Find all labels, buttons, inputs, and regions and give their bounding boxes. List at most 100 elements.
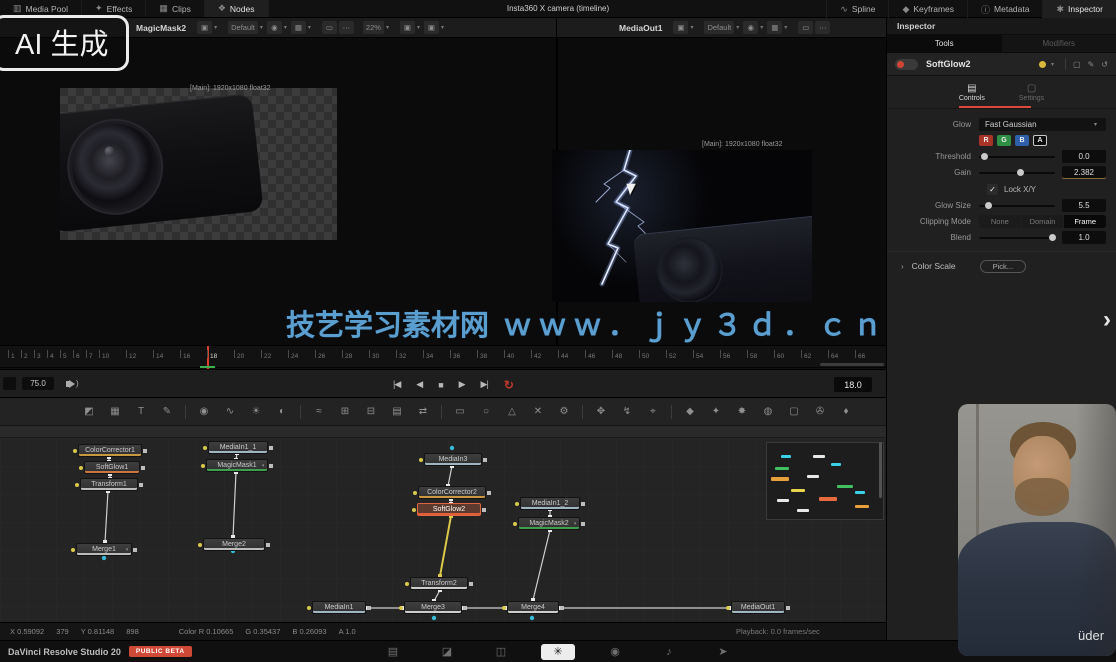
left-viewer-grid-button[interactable]: ▦: [291, 21, 306, 34]
node-mediain1_1[interactable]: MediaIn1_1: [208, 441, 268, 454]
blue-channel-button[interactable]: B: [1015, 135, 1029, 146]
gain-slider-handle[interactable]: [1017, 169, 1024, 176]
glow-size-slider[interactable]: [979, 205, 1055, 207]
right-viewer-options-button[interactable]: ⋯: [815, 21, 830, 34]
planar-tracker-tool-icon[interactable]: ↯: [614, 406, 640, 417]
chevron-down-icon[interactable]: ▾: [784, 24, 787, 31]
right-viewer-region-button[interactable]: ▭: [798, 21, 813, 34]
node-panel-scrollbar[interactable]: [879, 442, 882, 498]
node-magicmask1[interactable]: MagicMask1◗: [206, 459, 268, 472]
first-frame-button[interactable]: |◀: [393, 379, 400, 390]
pin-icon[interactable]: ✎: [1088, 60, 1095, 69]
left-viewer-layout-button[interactable]: ▣: [197, 21, 212, 34]
timeline-ruler[interactable]: 1234567101214161820222426283032343638404…: [0, 345, 886, 368]
left-viewer-split-button[interactable]: ▣: [400, 21, 415, 34]
matte-control-tool-icon[interactable]: ⊟: [358, 406, 384, 417]
node-transform2[interactable]: Transform2: [410, 577, 468, 590]
merge-3d-tool-icon[interactable]: ◆: [677, 406, 703, 417]
surface-tracker-tool-icon[interactable]: ⌖: [640, 406, 666, 417]
spline-button[interactable]: ∿Spline: [826, 0, 888, 18]
node-colorcorrector2[interactable]: ColorCorrector2: [418, 486, 486, 499]
color-corrector-tool-icon[interactable]: ◉: [191, 406, 217, 417]
keyframes-button[interactable]: ◆Keyframes: [888, 0, 967, 18]
red-channel-button[interactable]: R: [979, 135, 993, 146]
chevron-down-icon[interactable]: ▾: [214, 24, 217, 31]
channel-boolean-tool-icon[interactable]: ⇄: [410, 406, 436, 417]
threshold-value[interactable]: 0.0: [1062, 150, 1106, 163]
brightness-contrast-tool-icon[interactable]: ◐: [269, 406, 295, 417]
threshold-slider-handle[interactable]: [981, 153, 988, 160]
lock-xy-checkbox[interactable]: ✓: [987, 184, 998, 195]
node-enable-toggle[interactable]: [895, 59, 918, 70]
fps-indicator[interactable]: 75.0: [22, 377, 54, 390]
image-plane-3d-tool-icon[interactable]: ◍: [755, 406, 781, 417]
node-mediaout1[interactable]: MediaOut1: [731, 601, 785, 614]
shape-3d-tool-icon[interactable]: ✦: [703, 406, 729, 417]
hue-curves-tool-icon[interactable]: ☀: [243, 406, 269, 417]
gain-slider[interactable]: [979, 172, 1055, 174]
node-merge3[interactable]: Merge3: [404, 601, 462, 614]
fairlight-page[interactable]: ♪: [655, 646, 683, 658]
node-merge1[interactable]: Merge1◗: [76, 543, 132, 556]
color-page[interactable]: ◉: [601, 645, 629, 658]
pick-button[interactable]: Pick...: [980, 260, 1026, 273]
node-color-dot[interactable]: [1039, 61, 1046, 68]
chevron-down-icon[interactable]: ▾: [441, 24, 444, 31]
edge-chevron-icon[interactable]: ›: [1103, 306, 1111, 334]
left-viewer-lock-button[interactable]: ◉: [267, 21, 282, 34]
play-button[interactable]: ▶: [459, 379, 465, 390]
node-transform1[interactable]: Transform1: [80, 478, 138, 491]
chevron-down-icon[interactable]: ▾: [308, 24, 311, 31]
ellipse-mask-tool-icon[interactable]: ○: [473, 406, 499, 417]
node-graph[interactable]: ColorCorrector1 SoftGlow1 Transform1 Merge1…: [0, 438, 886, 622]
inspector-button[interactable]: ✱Inspector: [1042, 0, 1116, 18]
left-viewer-fit-dropdown[interactable]: Default: [228, 21, 258, 34]
subtab-controls[interactable]: ▤Controls: [959, 76, 985, 108]
expand-arrow-icon[interactable]: ›: [901, 262, 904, 271]
fast-noise-tool-icon[interactable]: ▦: [102, 406, 128, 417]
node-merge2[interactable]: Merge2: [203, 538, 265, 551]
nodes-button[interactable]: ❖Nodes: [205, 0, 269, 17]
edit-page[interactable]: ◫: [487, 645, 515, 658]
subtab-settings[interactable]: ▢Settings: [1019, 76, 1044, 108]
last-frame-button[interactable]: ▶|: [481, 379, 488, 390]
node-colorcorrector1[interactable]: ColorCorrector1: [78, 444, 142, 457]
magic-mask-tool-icon[interactable]: ⚙: [551, 406, 577, 417]
blend-slider[interactable]: [979, 237, 1055, 239]
audio-mute-button[interactable]: ): [66, 379, 79, 388]
node-softglow2[interactable]: SoftGlow2: [417, 503, 481, 516]
renderer-3d-tool-icon[interactable]: ✇: [807, 406, 833, 417]
text-tool-icon[interactable]: T: [128, 406, 154, 417]
metadata-button[interactable]: ⓘMetadata: [967, 0, 1042, 18]
node-mediain1[interactable]: MediaIn1: [312, 601, 366, 614]
ruler-scrollbar[interactable]: [820, 363, 884, 366]
chevron-down-icon[interactable]: ▾: [284, 24, 287, 31]
channel-booleans-tool-icon[interactable]: ▤: [384, 406, 410, 417]
left-viewer-image[interactable]: [60, 88, 337, 240]
tracker-tool-icon[interactable]: ✥: [588, 406, 614, 417]
blend-slider-handle[interactable]: [1049, 234, 1056, 241]
chevron-down-icon[interactable]: ▾: [417, 24, 420, 31]
green-channel-button[interactable]: G: [997, 135, 1011, 146]
clipping-frame-button[interactable]: Frame: [1064, 215, 1106, 228]
tab-tools[interactable]: Tools: [887, 35, 1002, 52]
gain-value[interactable]: 2.382: [1062, 166, 1106, 179]
node-softglow1[interactable]: SoftGlow1: [84, 461, 140, 474]
merge-tool-icon[interactable]: ⊞: [332, 406, 358, 417]
media-page[interactable]: ▤: [379, 645, 407, 658]
quality-toggle[interactable]: [3, 377, 16, 390]
camera-3d-tool-icon[interactable]: ▢: [781, 406, 807, 417]
play-reverse-button[interactable]: ◀: [416, 379, 422, 390]
node-minimap[interactable]: [766, 442, 884, 520]
copy-settings-icon[interactable]: ▢: [1073, 60, 1081, 69]
node-passthrough-icon[interactable]: ◗: [125, 544, 129, 557]
chevron-down-icon[interactable]: ▾: [260, 24, 263, 31]
left-viewer-region-button[interactable]: ▭: [322, 21, 337, 34]
tab-modifiers[interactable]: Modifiers: [1002, 35, 1116, 52]
blend-value[interactable]: 1.0: [1062, 231, 1106, 244]
alpha-channel-button[interactable]: A: [1033, 135, 1047, 146]
deliver-page[interactable]: ➤: [709, 645, 737, 658]
right-viewer-lock-button[interactable]: ◉: [743, 21, 758, 34]
clipping-none-button[interactable]: None: [979, 215, 1021, 228]
rectangle-mask-tool-icon[interactable]: ▭: [447, 406, 473, 417]
